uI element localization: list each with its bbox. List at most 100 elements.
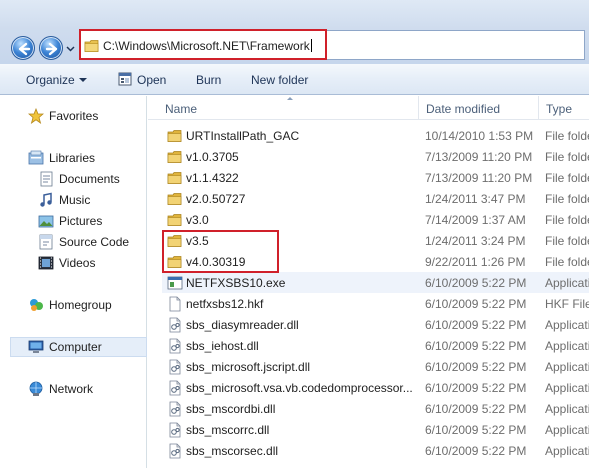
organize-dropdown-icon[interactable] (79, 78, 87, 82)
nav-label: Music (59, 193, 91, 207)
file-name: v2.0.50727 (186, 192, 246, 206)
file-type: File folder (545, 255, 589, 269)
file-date: 6/10/2009 5:22 PM (425, 339, 527, 353)
homegroup-icon (30, 299, 43, 311)
computer-icon (28, 340, 44, 353)
folder-icon (167, 170, 183, 186)
nav-label: Pictures (59, 214, 103, 228)
column-date-header[interactable]: Date modified (426, 102, 500, 116)
file-row[interactable]: sbs_iehost.dll 6/10/2009 5:22 PM Applicati… (162, 335, 589, 356)
videos-icon (38, 256, 54, 270)
command-bar: Organize Open Burn New folder (0, 64, 589, 95)
source-code-icon (39, 234, 53, 250)
file-date: 6/10/2009 5:22 PM (425, 297, 527, 311)
burn-button[interactable]: Burn (196, 73, 221, 87)
dll-icon (167, 422, 183, 438)
documents-icon (40, 171, 53, 187)
file-row[interactable]: NETFXSBS10.exe 6/10/2009 5:22 PM Applicati… (162, 272, 589, 293)
nav-label: Videos (59, 256, 96, 270)
file-row[interactable]: sbs_diasymreader.dll 6/10/2009 5:22 PM App… (162, 314, 589, 335)
file-type: Application extension (545, 318, 589, 332)
dll-icon (167, 380, 183, 396)
column-divider[interactable] (418, 96, 419, 120)
file-type: File folder (545, 150, 589, 164)
open-button[interactable]: Open (137, 73, 166, 87)
folder-icon (167, 128, 183, 144)
music-icon (40, 192, 52, 207)
nav-label: Computer (49, 340, 102, 354)
navigation-pane: Favorites Libraries Documents Music Pict… (0, 96, 147, 468)
address-bar-region: C:\Windows\Microsoft.NET\Framework (0, 0, 589, 64)
nav-label: Homegroup (49, 298, 112, 312)
file-row[interactable]: v1.1.4322 7/13/2009 11:20 PM File folder (162, 167, 589, 188)
file-date: 1/24/2011 3:47 PM (425, 192, 526, 206)
dll-icon (167, 338, 183, 354)
file-row[interactable]: sbs_microsoft.jscript.dll 6/10/2009 5:22 … (162, 356, 589, 377)
file-date: 6/10/2009 5:22 PM (425, 381, 527, 395)
file-date: 7/14/2009 1:37 AM (425, 213, 526, 227)
file-row[interactable]: sbs_microsoft.vsa.vb.codedomprocessor...… (162, 377, 589, 398)
file-type: Application extension (545, 402, 589, 416)
file-type: Application (545, 276, 589, 290)
file-date: 6/10/2009 5:22 PM (425, 423, 527, 437)
address-highlight-box (79, 29, 327, 60)
file-type: Application extension (545, 423, 589, 437)
file-row[interactable]: URTInstallPath_GAC 10/14/2010 1:53 PM File… (162, 125, 589, 146)
file-date: 7/13/2009 11:20 PM (425, 150, 533, 164)
file-row[interactable]: v2.0.50727 1/24/2011 3:47 PM File folder (162, 188, 589, 209)
recent-pages-dropdown-icon[interactable] (66, 44, 75, 53)
file-list: URTInstallPath_GAC 10/14/2010 1:53 PM File… (148, 125, 589, 468)
nav-label: Libraries (49, 151, 96, 165)
network-icon (29, 381, 43, 396)
file-type: File folder (545, 192, 589, 206)
file-row[interactable]: sbs_mscorrc.dll 6/10/2009 5:22 PM Applicat… (162, 419, 589, 440)
folder-icon (167, 212, 183, 228)
file-date: 6/10/2009 5:22 PM (425, 360, 527, 374)
file-type: File folder (545, 129, 589, 143)
file-row[interactable]: v3.0 7/14/2009 1:37 AM File folder (162, 209, 589, 230)
column-divider[interactable] (538, 96, 539, 120)
file-date: 9/22/2011 1:26 PM (425, 255, 526, 269)
organize-button[interactable]: Organize (26, 73, 75, 87)
dll-icon (167, 359, 183, 375)
file-name: v3.0 (186, 213, 209, 227)
file-date: 6/10/2009 5:22 PM (425, 444, 527, 458)
new-folder-button[interactable]: New folder (251, 73, 308, 87)
dll-icon (167, 443, 183, 459)
file-name: URTInstallPath_GAC (186, 129, 300, 143)
file-date: 10/14/2010 1:53 PM (425, 129, 534, 143)
file-date: 1/24/2011 3:24 PM (425, 234, 526, 248)
file-type: File folder (545, 234, 589, 248)
star-icon (28, 108, 44, 124)
file-row[interactable]: v1.0.3705 7/13/2009 11:20 PM File folder (162, 146, 589, 167)
file-type: Application extension (545, 360, 589, 374)
forward-arrow-icon (45, 42, 58, 56)
dll-icon (167, 317, 183, 333)
pictures-icon (38, 215, 54, 228)
file-row[interactable]: sbs_mscorsec.dll 6/10/2009 5:22 PM Applica… (162, 440, 589, 461)
folder-icon (167, 191, 183, 207)
libraries-icon (28, 150, 44, 165)
nav-label: Favorites (49, 109, 99, 123)
open-icon (118, 72, 132, 86)
nav-label: Source Code (59, 235, 130, 249)
back-button[interactable] (11, 36, 35, 60)
back-arrow-icon (18, 42, 31, 56)
folder-icon (167, 149, 183, 165)
file-name: sbs_iehost.dll (186, 339, 259, 353)
file-type: Application extension (545, 381, 589, 395)
column-name-header[interactable]: Name (165, 102, 197, 116)
file-row[interactable]: netfxsbs12.hkf 6/10/2009 5:22 PM HKF File (162, 293, 589, 314)
dll-icon (167, 401, 183, 417)
file-row[interactable]: sbs_mscordbi.dll 6/10/2009 5:22 PM Applica… (162, 398, 589, 419)
file-date: 6/10/2009 5:22 PM (425, 276, 527, 290)
file-name: NETFXSBS10.exe (186, 276, 286, 290)
column-type-header[interactable]: Type (546, 102, 572, 116)
file-name: v1.0.3705 (186, 150, 239, 164)
file-name: sbs_mscordbi.dll (186, 402, 276, 416)
file-date: 6/10/2009 5:22 PM (425, 402, 527, 416)
forward-button[interactable] (39, 36, 63, 60)
file-name: sbs_diasymreader.dll (186, 318, 299, 332)
file-type: Application extension (545, 339, 589, 353)
file-date: 7/13/2009 11:20 PM (425, 171, 533, 185)
